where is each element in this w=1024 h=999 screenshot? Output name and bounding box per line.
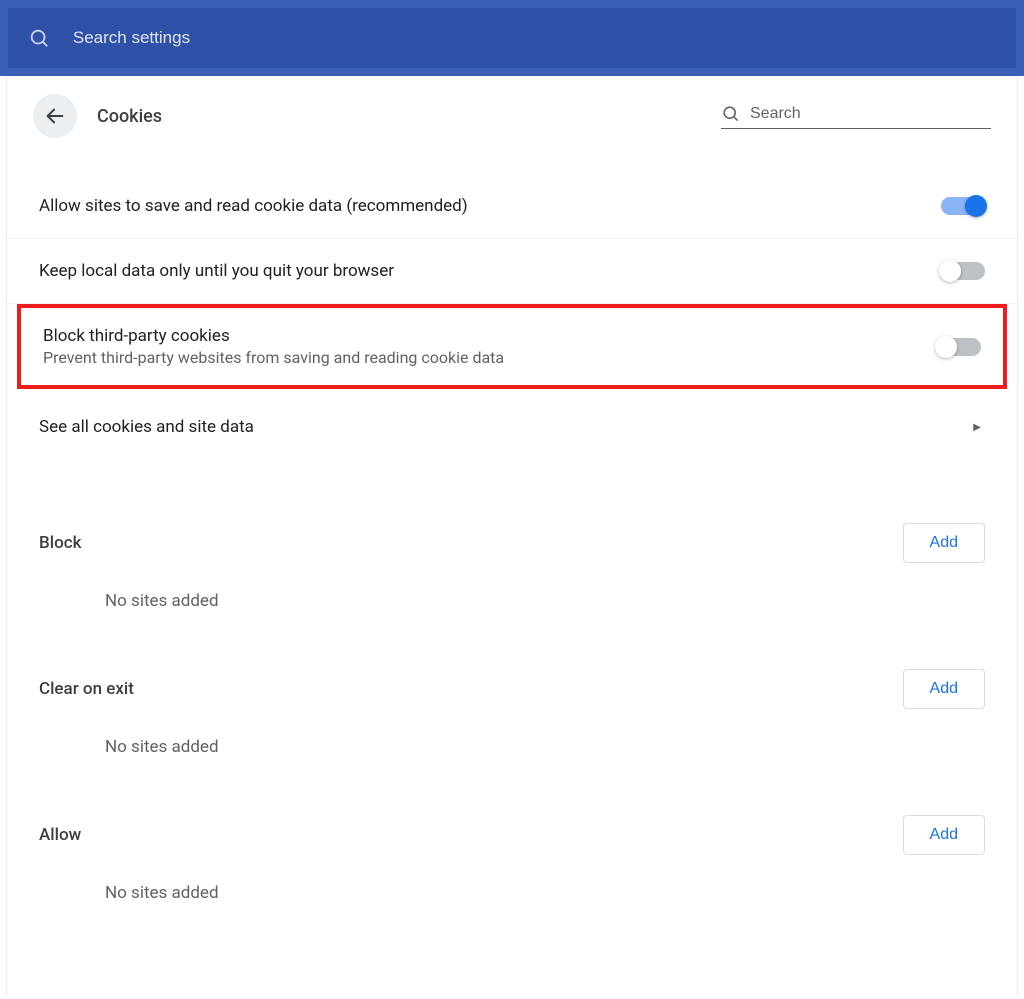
toggle-allow-cookies[interactable] [941, 197, 985, 215]
section-allow-header: Allow Add [7, 793, 1017, 855]
section-label-clear-on-exit: Clear on exit [39, 679, 903, 699]
search-icon [28, 26, 51, 50]
toggle-keep-local-until-quit[interactable] [941, 262, 985, 280]
back-button[interactable] [33, 94, 77, 138]
allow-empty-text: No sites added [7, 855, 1017, 903]
setting-title: Allow sites to save and read cookie data… [39, 196, 941, 216]
page-header: Cookies [7, 76, 1017, 164]
top-bar [0, 0, 1024, 76]
setting-title: See all cookies and site data [39, 417, 973, 437]
highlight-block-third-party: Block third-party cookies Prevent third-… [17, 304, 1007, 389]
add-allow-button[interactable]: Add [903, 815, 985, 855]
header-search[interactable] [721, 104, 991, 129]
setting-texts: Block third-party cookies Prevent third-… [43, 326, 937, 367]
setting-keep-local-until-quit: Keep local data only until you quit your… [7, 239, 1017, 304]
setting-allow-cookies: Allow sites to save and read cookie data… [7, 174, 1017, 239]
chevron-right-icon: ▶ [973, 422, 981, 433]
add-block-button[interactable]: Add [903, 523, 985, 563]
toggle-knob [965, 195, 987, 217]
add-clear-on-exit-button[interactable]: Add [903, 669, 985, 709]
clear-on-exit-empty-text: No sites added [7, 709, 1017, 757]
page-title: Cookies [97, 106, 721, 127]
setting-title: Keep local data only until you quit your… [39, 261, 941, 281]
block-empty-text: No sites added [7, 563, 1017, 611]
section-label-allow: Allow [39, 825, 903, 845]
search-icon [721, 104, 740, 124]
setting-texts: See all cookies and site data [39, 417, 973, 437]
setting-block-third-party: Block third-party cookies Prevent third-… [21, 308, 1003, 385]
section-block-header: Block Add [7, 501, 1017, 563]
setting-see-all-cookies[interactable]: See all cookies and site data ▶ [7, 389, 1017, 465]
content-area: Cookies Allow sites to save and read coo… [6, 76, 1018, 996]
top-search-input[interactable] [73, 28, 996, 48]
toggle-block-third-party[interactable] [937, 338, 981, 356]
setting-description: Prevent third-party websites from saving… [43, 348, 937, 367]
section-clear-on-exit-header: Clear on exit Add [7, 647, 1017, 709]
setting-texts: Keep local data only until you quit your… [39, 261, 941, 281]
toggle-knob [939, 260, 961, 282]
section-label-block: Block [39, 533, 903, 553]
arrow-left-icon [44, 105, 66, 127]
setting-texts: Allow sites to save and read cookie data… [39, 196, 941, 216]
toggle-knob [935, 336, 957, 358]
header-search-input[interactable] [750, 105, 991, 123]
top-search-container[interactable] [8, 8, 1016, 68]
setting-title: Block third-party cookies [43, 326, 937, 346]
